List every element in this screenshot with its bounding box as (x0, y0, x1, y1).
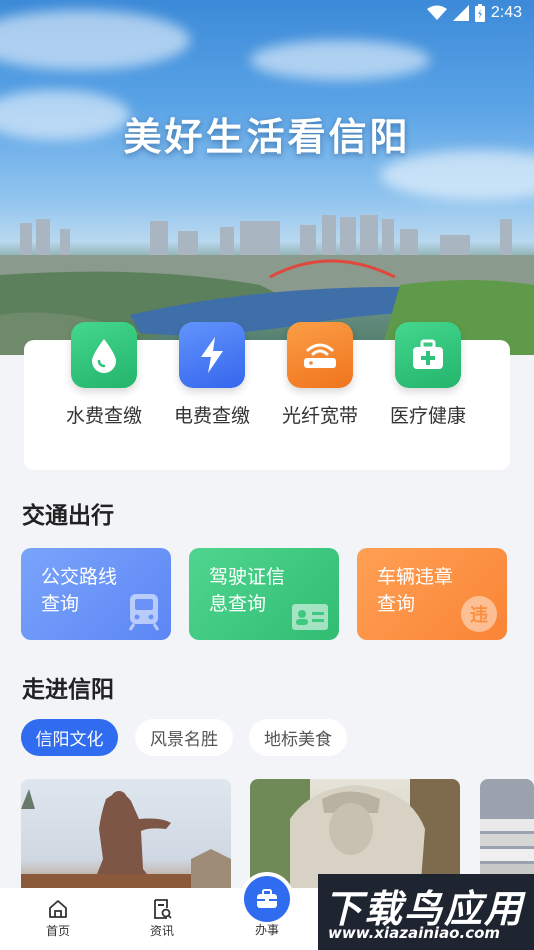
license-info-card[interactable]: 驾驶证信 息查询 (189, 548, 339, 640)
nav-home-label: 首页 (45, 924, 70, 938)
bus-icon (128, 594, 160, 631)
violation-icon: 违 (461, 596, 497, 632)
briefcase-icon (257, 889, 277, 908)
home-icon (49, 900, 67, 918)
watermark: 下载鸟应用 www.xiazainiao.com (318, 874, 534, 950)
hero-title: 美好生活看信阳 (123, 115, 411, 159)
service-label: 水费查缴 (65, 405, 142, 427)
card-line1: 车辆违章 (377, 566, 454, 588)
nav-news-label: 资讯 (149, 924, 174, 938)
card-line1: 驾驶证信 (209, 566, 286, 588)
chip-scenery[interactable]: 风景名胜 (135, 719, 233, 756)
card-line1: 公交路线 (41, 566, 118, 588)
bus-route-card[interactable]: 公交路线 查询 (21, 548, 171, 640)
service-card: 水费查缴 电费查缴 光纤宽带 医疗健康 (24, 322, 510, 470)
service-label: 电费查缴 (173, 405, 250, 427)
status-time: 2:43 (490, 4, 522, 21)
cloud (250, 40, 430, 80)
traffic-section-title: 交通出行 (22, 503, 114, 529)
service-label: 医疗健康 (389, 405, 466, 427)
service-water[interactable]: 水费查缴 (52, 322, 156, 428)
statue-image (21, 789, 231, 894)
nav-services-button[interactable] (244, 876, 290, 922)
explore-section-title: 走进信阳 (22, 677, 114, 703)
water-drop-icon (71, 322, 137, 388)
watermark-url: www.xiazainiao.com (328, 924, 501, 942)
nav-services[interactable]: 办事 (237, 921, 297, 938)
service-electricity[interactable]: 电费查缴 (160, 322, 264, 428)
battery-icon (474, 4, 485, 22)
service-label: 光纤宽带 (281, 405, 358, 427)
chip-culture[interactable]: 信阳文化 (21, 719, 118, 756)
card-line2: 查询 (41, 593, 80, 615)
status-bar: 2:43 (0, 0, 534, 28)
bus-route-text: 公交路线 查询 (41, 564, 141, 618)
wifi-icon (426, 5, 447, 20)
violation-icon-text: 违 (470, 605, 488, 626)
lightning-icon (179, 322, 245, 388)
nav-services-label: 办事 (254, 923, 279, 937)
service-medical[interactable]: 医疗健康 (376, 322, 480, 428)
chip-food[interactable]: 地标美食 (249, 719, 347, 756)
violation-card[interactable]: 车辆违章 查询 违 (357, 548, 507, 640)
id-card-icon (292, 604, 328, 630)
culture-photo-card[interactable] (21, 779, 231, 894)
router-icon (287, 322, 353, 388)
service-broadband[interactable]: 光纤宽带 (268, 322, 372, 428)
signal-icon (452, 5, 469, 21)
news-icon (154, 899, 172, 919)
hero-banner: 2:43 美好生活看信阳 (0, 0, 534, 355)
medical-kit-icon (395, 322, 461, 388)
nav-news[interactable]: 资讯 (132, 898, 192, 939)
nav-home[interactable]: 首页 (28, 898, 88, 939)
